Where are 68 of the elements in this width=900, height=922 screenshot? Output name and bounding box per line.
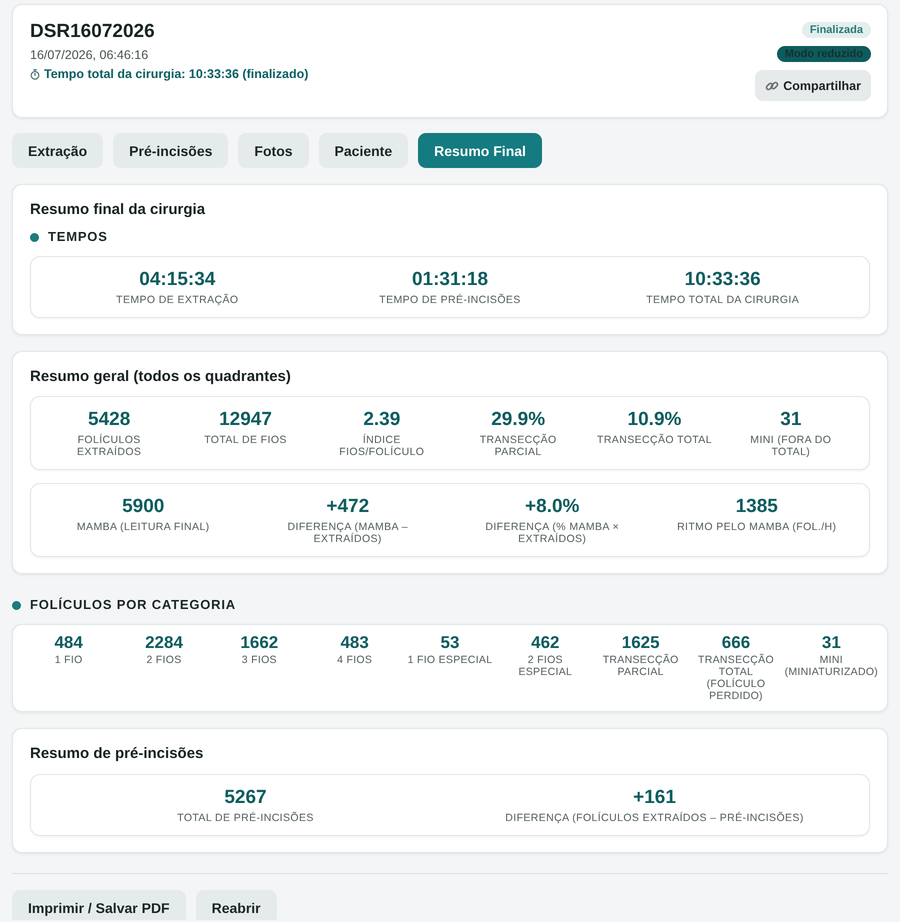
metric-value: 2.39 xyxy=(363,409,400,431)
tab[interactable]: Resumo Final xyxy=(418,133,542,168)
metric-value: 462 xyxy=(531,633,560,653)
metric-label: TOTAL DE PRÉ-INCISÕES xyxy=(177,812,314,824)
section-heading: TEMPOS xyxy=(48,229,108,245)
action-button[interactable]: Imprimir / Salvar PDF xyxy=(12,890,186,920)
metric-label: DIFERENÇA (MAMBA – EXTRAÍDOS) xyxy=(286,521,409,545)
metric-value: 53 xyxy=(440,633,460,653)
metric-label: MINI (MINIATURIZADO) xyxy=(784,654,878,678)
metric-label: RITMO PELO MAMBA (FOL./H) xyxy=(677,521,836,533)
metric-value: 1662 xyxy=(240,633,278,653)
card-title: Resumo final da cirurgia xyxy=(30,201,206,219)
metric-label: DIFERENÇA (% MAMBA × EXTRAÍDOS) xyxy=(484,521,620,545)
dot-icon xyxy=(12,600,21,610)
metric-value: +472 xyxy=(326,496,370,518)
metric-value: 01:31:18 xyxy=(412,269,488,291)
surgery-code: DSR16072026 xyxy=(30,21,156,43)
metric-label: TRANSECÇÃO PARCIAL xyxy=(602,654,680,678)
metric-label: TRANSECÇÃO PARCIAL xyxy=(478,434,558,458)
tab[interactable]: Paciente xyxy=(318,133,408,168)
metric-label: 1 FIO xyxy=(54,654,83,666)
metric-label: MINI (FORA DO TOTAL) xyxy=(749,434,832,458)
metric-label: 2 FIOS ESPECIAL xyxy=(517,654,574,678)
card-title: Resumo geral (todos os quadrantes) xyxy=(30,368,292,386)
tab[interactable]: Extração xyxy=(12,133,104,168)
tab[interactable]: Fotos xyxy=(238,133,309,168)
metric-value: 5428 xyxy=(88,409,130,431)
metric-value: 10:33:36 xyxy=(684,269,761,291)
total-time-text: Tempo total da cirurgia: 10:33:36 (finalizado) xyxy=(44,66,308,82)
metric-label: MAMBA (LEITURA FINAL) xyxy=(76,521,210,533)
metric-label: FOLÍCULOS EXTRAÍDOS xyxy=(76,434,142,458)
metric-label: TEMPO DE PRÉ-INCISÕES xyxy=(379,294,521,306)
metric-label: 3 FIOS xyxy=(242,654,277,666)
metric-label: TEMPO DE EXTRAÇÃO xyxy=(116,294,238,306)
share-button[interactable]: Compartilhar xyxy=(755,70,871,101)
metric-label: TRANSECÇÃO TOTAL (FOLÍCULO PERDIDO) xyxy=(697,654,775,702)
stopwatch-icon xyxy=(30,68,40,80)
metric-value: +161 xyxy=(633,787,676,809)
metric-value: 2284 xyxy=(145,633,183,653)
section-heading: FOLÍCULOS POR CATEGORIA xyxy=(30,597,236,613)
metric-label: TRANSECÇÃO TOTAL xyxy=(597,434,712,446)
metric-value: 04:15:34 xyxy=(139,269,216,291)
dot-icon xyxy=(30,232,39,242)
metric-value: 31 xyxy=(780,409,802,431)
action-button[interactable]: Reabrir xyxy=(196,890,277,920)
metric-value: 29.9% xyxy=(491,409,546,431)
metric-value: 1385 xyxy=(736,496,778,518)
metric-label: DIFERENÇA (FOLÍCULOS EXTRAÍDOS – PRÉ-INCISÕES) xyxy=(505,812,804,824)
metric-value: 5900 xyxy=(122,496,164,518)
metric-value: +8.0% xyxy=(525,496,580,518)
metric-value: 5267 xyxy=(224,787,267,809)
metric-value: 12947 xyxy=(219,409,272,431)
metric-value: 484 xyxy=(54,633,83,653)
metric-label: 2 FIOS xyxy=(146,654,182,666)
metric-value: 1625 xyxy=(622,633,660,653)
metric-label: ÍNDICE FIOS/FOLÍCULO xyxy=(338,434,426,458)
status-badge: Finalizada xyxy=(802,22,871,38)
tab[interactable]: Pré-incisões xyxy=(113,133,228,168)
metric-label: TOTAL DE FIOS xyxy=(204,434,287,446)
metric-label: 4 FIOS xyxy=(337,654,372,666)
metric-value: 31 xyxy=(822,633,841,653)
card-title: Resumo de pré-incisões xyxy=(30,745,204,763)
metric-label: 1 FIO ESPECIAL xyxy=(408,654,492,666)
metric-label: TEMPO TOTAL DA CIRURGIA xyxy=(646,294,800,306)
metric-value: 666 xyxy=(722,633,750,653)
metric-value: 483 xyxy=(340,633,369,653)
metric-value: 10.9% xyxy=(628,409,682,431)
surgery-datetime: 16/07/2026, 06:46:16 xyxy=(30,48,150,63)
